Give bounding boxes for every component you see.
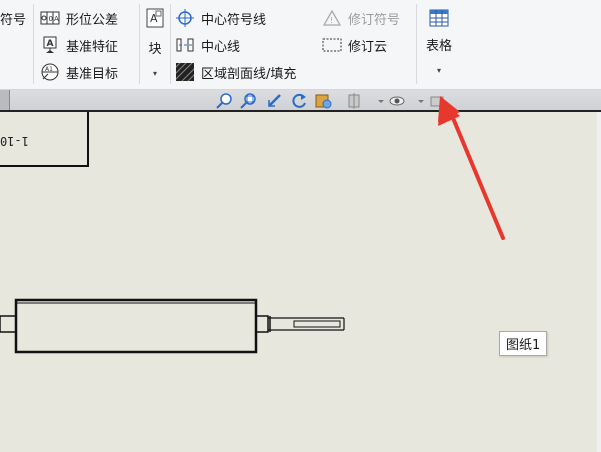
centerline-icon bbox=[175, 36, 195, 54]
previous-view-icon[interactable] bbox=[266, 92, 284, 110]
geometric-tolerance-icon: 0A bbox=[40, 9, 60, 27]
center-mark-label: 中心符号线 bbox=[201, 12, 267, 28]
shaft-drawing[interactable] bbox=[0, 298, 345, 354]
datum-target-icon: A1 bbox=[40, 63, 60, 81]
hide-show-items-icon[interactable] bbox=[388, 92, 406, 110]
datum-target-label: 基准目标 bbox=[66, 66, 119, 82]
centerline-button[interactable]: 中心线 bbox=[175, 34, 240, 56]
vertical-scrollbar[interactable] bbox=[597, 112, 601, 452]
revision-symbol-icon: ! bbox=[322, 9, 342, 27]
svg-text:0: 0 bbox=[49, 15, 53, 23]
group-separator bbox=[416, 4, 417, 84]
group-separator bbox=[33, 4, 34, 84]
ribbon-toolbar: 符号 0A 形位公差 A 基准特征 A1 基准目标 A 块 ▾ 中心符号线 中心… bbox=[0, 0, 601, 90]
title-block-text: 1-10 bbox=[0, 134, 29, 148]
datum-feature-button[interactable]: A 基准特征 bbox=[40, 34, 118, 56]
group-separator bbox=[139, 4, 140, 84]
area-hatch-button[interactable]: 区域剖面线/填充 bbox=[175, 61, 296, 83]
datum-feature-icon: A bbox=[40, 36, 60, 54]
heads-up-view-toolbar bbox=[0, 90, 601, 112]
zoom-to-fit-icon[interactable] bbox=[216, 92, 234, 110]
area-hatch-label: 区域剖面线/填充 bbox=[201, 66, 297, 82]
revision-cloud-button[interactable]: 修订云 bbox=[322, 34, 387, 56]
svg-text:A: A bbox=[47, 39, 54, 49]
rebuild-icon[interactable] bbox=[290, 92, 308, 110]
annotation-arrow bbox=[438, 112, 505, 240]
table-label: 表格 bbox=[425, 39, 452, 54]
revision-cloud-icon bbox=[322, 36, 342, 54]
geometric-tolerance-label: 形位公差 bbox=[66, 12, 119, 28]
svg-text:A: A bbox=[150, 12, 158, 25]
revision-symbol-label: 修订符号 bbox=[348, 12, 401, 28]
hatch-icon bbox=[175, 63, 195, 81]
zoom-area-icon[interactable] bbox=[240, 92, 258, 110]
datum-target-button[interactable]: A1 基准目标 bbox=[40, 61, 118, 83]
svg-text:A1: A1 bbox=[45, 66, 53, 73]
block-button[interactable]: A 块 ▾ bbox=[143, 8, 167, 78]
center-mark-icon bbox=[175, 9, 195, 27]
svg-text:A: A bbox=[54, 15, 59, 23]
symbol-button-partial[interactable]: 符号 bbox=[0, 7, 26, 29]
table-icon bbox=[429, 9, 449, 31]
annotation-arrow-head bbox=[438, 96, 460, 122]
display-style-icon[interactable] bbox=[314, 92, 332, 110]
group-separator bbox=[170, 4, 171, 84]
toolbar-grip[interactable] bbox=[0, 90, 10, 110]
drawing-canvas[interactable] bbox=[0, 112, 601, 452]
sheet-tab[interactable]: 图纸1 bbox=[499, 331, 548, 356]
table-dropdown-icon[interactable]: ▾ bbox=[437, 66, 441, 75]
centerline-label: 中心线 bbox=[201, 39, 241, 55]
block-label: 块 bbox=[148, 42, 162, 57]
center-mark-button[interactable]: 中心符号线 bbox=[175, 7, 266, 29]
block-dropdown-icon[interactable]: ▾ bbox=[153, 69, 157, 78]
geometric-tolerance-button[interactable]: 0A 形位公差 bbox=[40, 7, 118, 29]
datum-feature-label: 基准特征 bbox=[66, 39, 119, 55]
svg-text:!: ! bbox=[330, 16, 333, 25]
block-icon: A bbox=[146, 8, 164, 32]
table-button[interactable]: 表格 ▾ bbox=[422, 9, 456, 75]
section-view-icon[interactable] bbox=[346, 92, 364, 110]
symbol-label: 符号 bbox=[0, 12, 27, 28]
revision-cloud-label: 修订云 bbox=[348, 39, 388, 55]
revision-symbol-button[interactable]: ! 修订符号 bbox=[322, 7, 400, 29]
